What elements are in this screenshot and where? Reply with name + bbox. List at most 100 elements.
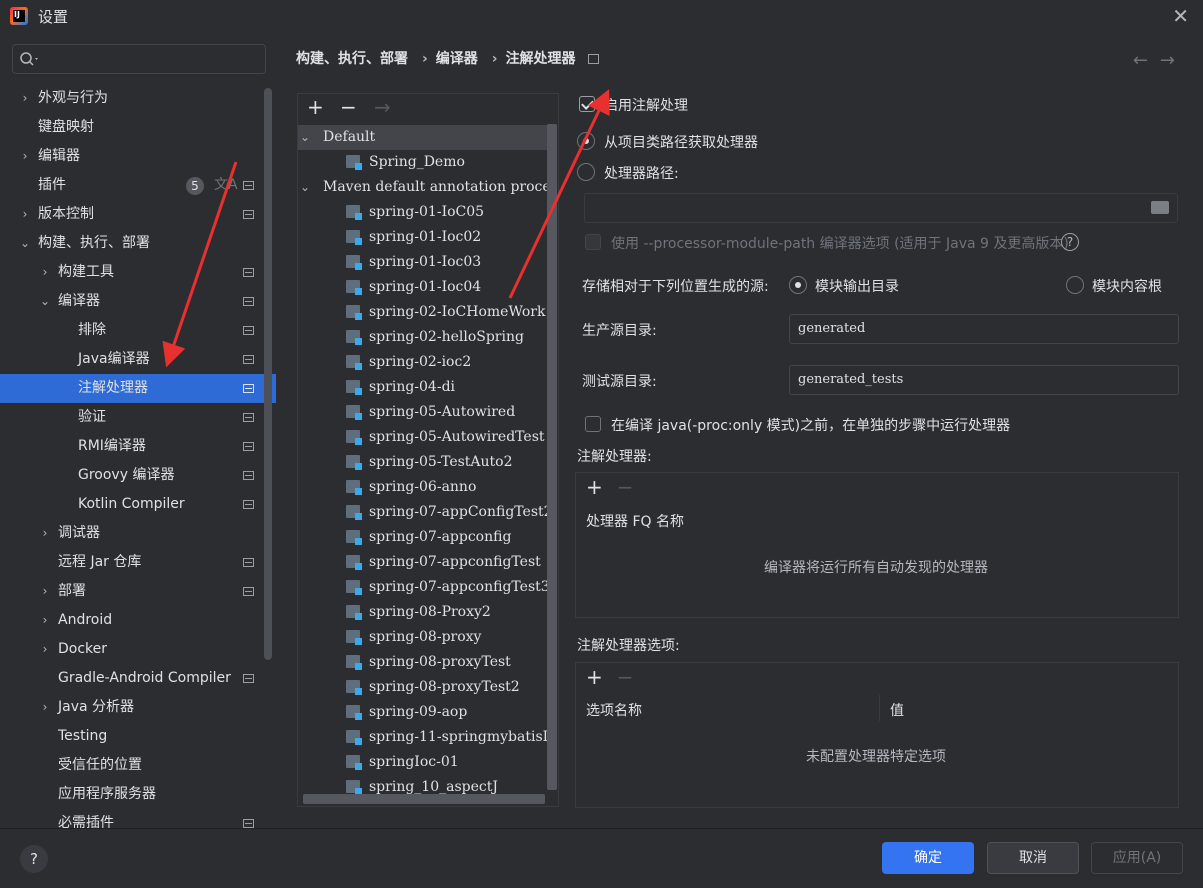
profile-module[interactable]: spring-07-appConfigTest2 <box>298 500 548 525</box>
profile-module[interactable]: spring-05-TestAuto2 <box>298 450 548 475</box>
remove-option-button[interactable]: − <box>617 665 634 689</box>
sidebar-item[interactable]: 受信任的位置 <box>0 751 262 780</box>
sidebar-item[interactable]: Groovy 编译器 <box>0 461 262 490</box>
remove-processor-button[interactable]: − <box>617 475 634 499</box>
profile-module[interactable]: spring-06-anno <box>298 475 548 500</box>
sidebar-item[interactable]: › Java 分析器 <box>0 693 262 722</box>
chevron-right-icon[interactable]: › <box>38 258 52 287</box>
profile-module[interactable]: spring-11-springmybatisDemo <box>298 725 548 750</box>
module-output-radio[interactable] <box>789 276 807 294</box>
profile-module[interactable]: spring-04-di <box>298 375 548 400</box>
profile-module[interactable]: spring-02-ioc2 <box>298 350 548 375</box>
sidebar-scrollbar[interactable] <box>264 88 272 660</box>
profile-module[interactable]: spring-01-Ioc04 <box>298 275 548 300</box>
breadcrumb-item[interactable]: 构建、执行、部署 <box>296 51 408 67</box>
sidebar-item[interactable]: › 调试器 <box>0 519 262 548</box>
profile-module[interactable]: spring-07-appconfigTest3 <box>298 575 548 600</box>
chevron-right-icon[interactable]: › <box>18 142 32 171</box>
remove-profile-button[interactable]: − <box>340 95 357 119</box>
profile-module[interactable]: spring-08-proxyTest <box>298 650 548 675</box>
profile-module[interactable]: spring-01-IoC05 <box>298 200 548 225</box>
sidebar-item[interactable]: ⌄ 编译器 <box>0 287 262 316</box>
sidebar-item[interactable]: › 版本控制 <box>0 200 262 229</box>
chevron-right-icon[interactable]: › <box>38 693 52 722</box>
processor-path-field[interactable] <box>584 193 1178 223</box>
chevron-down-icon[interactable]: ⌄ <box>300 125 310 150</box>
back-arrow-icon[interactable]: ← <box>1133 50 1160 71</box>
profile-module[interactable]: spring-02-helloSpring <box>298 325 548 350</box>
add-profile-button[interactable]: + <box>307 95 324 119</box>
sidebar-item[interactable]: Java编译器 <box>0 345 262 374</box>
chevron-right-icon[interactable]: › <box>38 635 52 664</box>
sidebar-item[interactable]: 应用程序服务器 <box>0 780 262 809</box>
processor-path-radio[interactable] <box>577 163 595 181</box>
apply-button[interactable]: 应用(A) <box>1091 842 1183 874</box>
profile-module[interactable]: spring-07-appconfig <box>298 525 548 550</box>
add-processor-button[interactable]: + <box>586 475 603 499</box>
cancel-button[interactable]: 取消 <box>987 842 1079 874</box>
profile-module[interactable]: spring-05-AutowiredTest <box>298 425 548 450</box>
breadcrumb-item[interactable]: 编译器 <box>436 51 478 67</box>
chevron-down-icon[interactable]: ⌄ <box>18 229 32 258</box>
plugin-updates-badge: 5 <box>186 177 204 195</box>
sidebar-item[interactable]: Gradle-Android Compiler <box>0 664 262 693</box>
forward-arrow-icon[interactable]: → <box>1160 50 1187 71</box>
profile-module[interactable]: spring-08-proxyTest2 <box>298 675 548 700</box>
move-to-profile-button[interactable]: → <box>374 95 391 119</box>
sidebar-item[interactable]: 键盘映射 <box>0 113 262 142</box>
sidebar-item[interactable]: › 编辑器 <box>0 142 262 171</box>
ok-button[interactable]: 确定 <box>882 842 974 874</box>
sidebar-item[interactable]: › Docker <box>0 635 262 664</box>
sidebar-item[interactable]: 插件 5 文A <box>0 171 262 200</box>
enable-annotation-checkbox[interactable] <box>579 96 595 112</box>
sidebar-item[interactable]: 注解处理器 <box>0 374 276 403</box>
profile-module[interactable]: spring-07-appconfigTest <box>298 550 548 575</box>
profile-module[interactable]: spring-05-Autowired <box>298 400 548 425</box>
sidebar-item[interactable]: 必需插件 <box>0 809 262 838</box>
prod-source-input[interactable]: generated <box>789 314 1179 344</box>
folder-icon[interactable] <box>1151 201 1169 214</box>
profile-module[interactable]: springIoc-01 <box>298 750 548 775</box>
sidebar-item-label: 必需插件 <box>58 815 114 831</box>
sidebar-item[interactable]: 排除 <box>0 316 262 345</box>
profile-module[interactable]: spring-01-Ioc02 <box>298 225 548 250</box>
separate-step-checkbox[interactable] <box>585 416 601 432</box>
profile-module[interactable]: spring-01-Ioc03 <box>298 250 548 275</box>
chevron-right-icon[interactable]: › <box>38 577 52 606</box>
sidebar-item[interactable]: ⌄ 构建、执行、部署 <box>0 229 262 258</box>
module-content-root-radio[interactable] <box>1066 276 1084 294</box>
sidebar-item[interactable]: 验证 <box>0 403 262 432</box>
profile-module[interactable]: spring-08-proxy <box>298 625 548 650</box>
sidebar-item[interactable]: › 外观与行为 <box>0 84 262 113</box>
chevron-down-icon[interactable]: ⌄ <box>300 175 310 200</box>
classpath-radio[interactable] <box>577 132 595 150</box>
help-button[interactable]: ? <box>20 845 48 873</box>
sidebar-item[interactable]: RMI编译器 <box>0 432 262 461</box>
profile-group[interactable]: ⌄ Default <box>298 125 548 150</box>
search-input[interactable] <box>12 44 266 74</box>
chevron-right-icon[interactable]: › <box>18 200 32 229</box>
profile-module[interactable]: spring-09-aop <box>298 700 548 725</box>
sidebar-item[interactable]: Kotlin Compiler <box>0 490 262 519</box>
module-path-checkbox[interactable] <box>585 234 601 250</box>
sidebar-item[interactable]: Testing <box>0 722 262 751</box>
close-icon[interactable]: ✕ <box>1172 4 1189 28</box>
profile-module[interactable]: spring-08-Proxy2 <box>298 600 548 625</box>
sidebar-item[interactable]: 远程 Jar 仓库 <box>0 548 262 577</box>
help-icon[interactable]: ? <box>1061 233 1079 251</box>
add-option-button[interactable]: + <box>586 665 603 689</box>
sidebar-item-label: 编译器 <box>58 293 100 309</box>
chevron-down-icon[interactable]: ⌄ <box>38 287 52 316</box>
profile-group[interactable]: ⌄ Maven default annotation processors pro… <box>298 175 548 200</box>
test-source-input[interactable]: generated_tests <box>789 365 1179 395</box>
sidebar-item[interactable]: › 部署 <box>0 577 262 606</box>
chevron-right-icon[interactable]: › <box>38 519 52 548</box>
profiles-horizontal-scrollbar[interactable] <box>303 794 545 804</box>
profile-module[interactable]: spring-02-IoCHomeWork <box>298 300 548 325</box>
profiles-scrollbar[interactable] <box>547 124 557 790</box>
sidebar-item[interactable]: › 构建工具 <box>0 258 262 287</box>
profile-module[interactable]: Spring_Demo <box>298 150 548 175</box>
sidebar-item[interactable]: › Android <box>0 606 262 635</box>
chevron-right-icon[interactable]: › <box>18 84 32 113</box>
chevron-right-icon[interactable]: › <box>38 606 52 635</box>
